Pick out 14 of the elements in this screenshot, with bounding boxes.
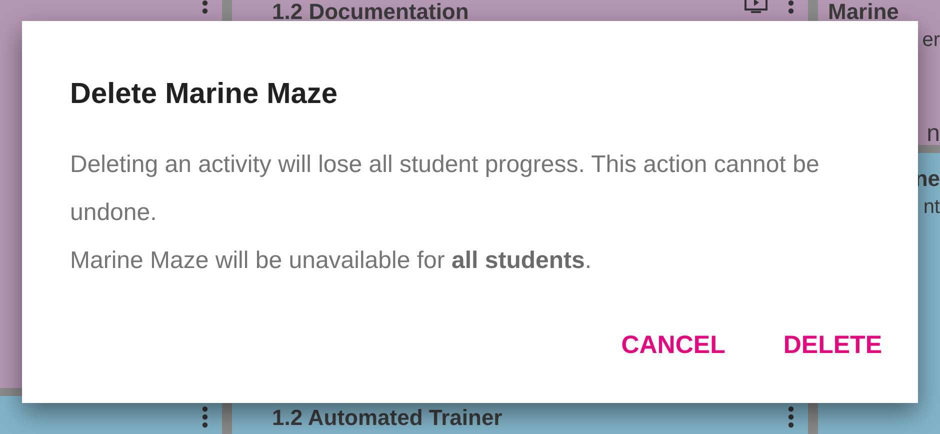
more-icon[interactable] [202, 406, 208, 428]
card-text: er [922, 28, 940, 52]
card-title: 1.2 Automated Trainer [272, 406, 502, 430]
more-icon[interactable] [788, 406, 794, 428]
card-title: Marine [828, 0, 899, 24]
cancel-button[interactable]: CANCEL [621, 329, 726, 361]
dialog-message: Deleting an activity will lose all student progress. This action cannot be undone. [70, 150, 820, 228]
card-title: 1.2 Documentation [272, 0, 469, 24]
card-text: nt [923, 195, 940, 219]
dialog-title: Delete Marine Maze [70, 77, 339, 112]
delete-button[interactable]: DELETE [783, 329, 882, 361]
dialog-message: Marine Maze will be unavailable for all students. [70, 246, 593, 276]
video-icon[interactable] [744, 0, 768, 14]
card-text: n [926, 122, 940, 145]
